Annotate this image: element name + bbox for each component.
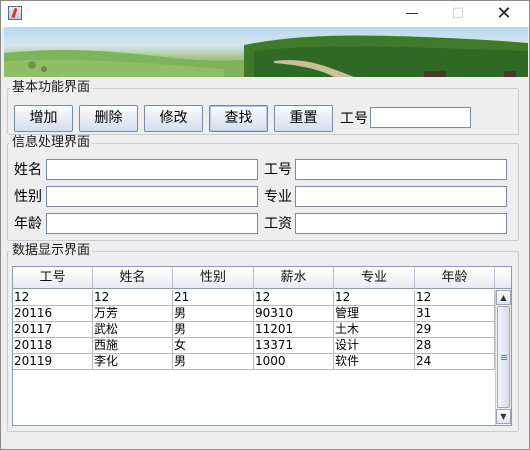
cell-gender[interactable]: 21: [173, 290, 254, 306]
cell-age[interactable]: 31: [415, 306, 495, 322]
cell-salary[interactable]: 11201: [254, 322, 334, 338]
employee-table[interactable]: 工号 姓名 性别 薪水 专业 年龄 12 12 21 12 12 12 2011…: [12, 266, 512, 426]
table-row[interactable]: 12 12 21 12 12 12: [13, 290, 495, 306]
title-bar: — ☐ ✕: [1, 1, 529, 27]
cell-gender[interactable]: 男: [173, 322, 254, 338]
cell-age[interactable]: 12: [415, 290, 495, 306]
column-header-major[interactable]: 专业: [334, 267, 415, 289]
gender-input[interactable]: [46, 186, 258, 207]
column-header-salary[interactable]: 薪水: [254, 267, 334, 289]
cell-id[interactable]: 20116: [13, 306, 93, 322]
grip-line: [501, 355, 507, 356]
column-header-age[interactable]: 年龄: [415, 267, 495, 289]
cell-salary[interactable]: 13371: [254, 338, 334, 354]
salary-input[interactable]: [295, 213, 507, 234]
landscape-banner: [4, 27, 528, 77]
scroll-thumb[interactable]: [497, 306, 510, 408]
column-header-id[interactable]: 工号: [13, 267, 93, 289]
age-input[interactable]: [46, 213, 258, 234]
search-id-input[interactable]: [370, 107, 471, 128]
info-processing-title: 信息处理界面: [10, 135, 93, 150]
name-label: 姓名: [14, 162, 42, 178]
cell-id[interactable]: 20118: [13, 338, 93, 354]
id-input[interactable]: [295, 159, 507, 180]
basic-functions-title: 基本功能界面: [10, 80, 93, 95]
table-row[interactable]: 20118 西施 女 13371 设计 28: [13, 338, 495, 354]
table-row[interactable]: 20116 万芳 男 90310 管理 31: [13, 306, 495, 322]
cell-major[interactable]: 设计: [334, 338, 415, 354]
cell-name[interactable]: 万芳: [93, 306, 173, 322]
cell-id[interactable]: 12: [13, 290, 93, 306]
grip-line: [501, 357, 507, 358]
major-input[interactable]: [295, 186, 507, 207]
cell-id[interactable]: 20119: [13, 354, 93, 370]
close-button[interactable]: ✕: [481, 1, 527, 27]
cell-salary[interactable]: 1000: [254, 354, 334, 370]
find-button[interactable]: 查找: [209, 105, 268, 132]
cell-salary[interactable]: 12: [254, 290, 334, 306]
column-header-corner: [495, 267, 511, 289]
column-header-gender[interactable]: 性别: [173, 267, 254, 289]
table-row[interactable]: 20119 李化 男 1000 软件 24: [13, 354, 495, 370]
table-body: 12 12 21 12 12 12 20116 万芳 男 90310 管理 31…: [13, 290, 495, 370]
salary-label: 工资: [264, 216, 292, 232]
banner-landscape-image: [4, 35, 528, 77]
cell-age[interactable]: 28: [415, 338, 495, 354]
table-row[interactable]: 20117 武松 男 11201 土木 29: [13, 322, 495, 338]
modify-button[interactable]: 修改: [144, 105, 203, 132]
reset-button[interactable]: 重置: [274, 105, 333, 132]
cell-gender[interactable]: 男: [173, 306, 254, 322]
age-label: 年龄: [14, 216, 42, 232]
cell-gender[interactable]: 男: [173, 354, 254, 370]
data-display-title: 数据显示界面: [10, 243, 93, 258]
name-input[interactable]: [46, 159, 258, 180]
java-cup-icon: [8, 6, 22, 20]
id-label: 工号: [264, 162, 292, 178]
search-id-label: 工号: [340, 111, 368, 127]
cell-name[interactable]: 武松: [93, 322, 173, 338]
cell-salary[interactable]: 90310: [254, 306, 334, 322]
cell-major[interactable]: 12: [334, 290, 415, 306]
scroll-up-icon[interactable]: ▲: [496, 290, 511, 305]
delete-button[interactable]: 删除: [79, 105, 138, 132]
cell-name[interactable]: 西施: [93, 338, 173, 354]
gender-label: 性别: [14, 189, 42, 205]
grip-line: [501, 359, 507, 360]
cell-age[interactable]: 29: [415, 322, 495, 338]
add-button[interactable]: 增加: [14, 105, 73, 132]
table-vertical-scrollbar[interactable]: ▲ ▼: [495, 290, 511, 425]
column-header-name[interactable]: 姓名: [93, 267, 173, 289]
maximize-button[interactable]: ☐: [435, 1, 481, 27]
major-label: 专业: [264, 189, 292, 205]
cell-major[interactable]: 管理: [334, 306, 415, 322]
cell-gender[interactable]: 女: [173, 338, 254, 354]
cell-id[interactable]: 20117: [13, 322, 93, 338]
cell-age[interactable]: 24: [415, 354, 495, 370]
cell-major[interactable]: 土木: [334, 322, 415, 338]
minimize-button[interactable]: —: [389, 1, 435, 27]
cell-name[interactable]: 李化: [93, 354, 173, 370]
cell-major[interactable]: 软件: [334, 354, 415, 370]
app-window: — ☐ ✕ 基本功能界面 增加 删除 修改 查找 重置 工号 信息处理界面 姓名…: [0, 0, 530, 450]
cell-name[interactable]: 12: [93, 290, 173, 306]
scroll-down-icon[interactable]: ▼: [496, 409, 511, 424]
